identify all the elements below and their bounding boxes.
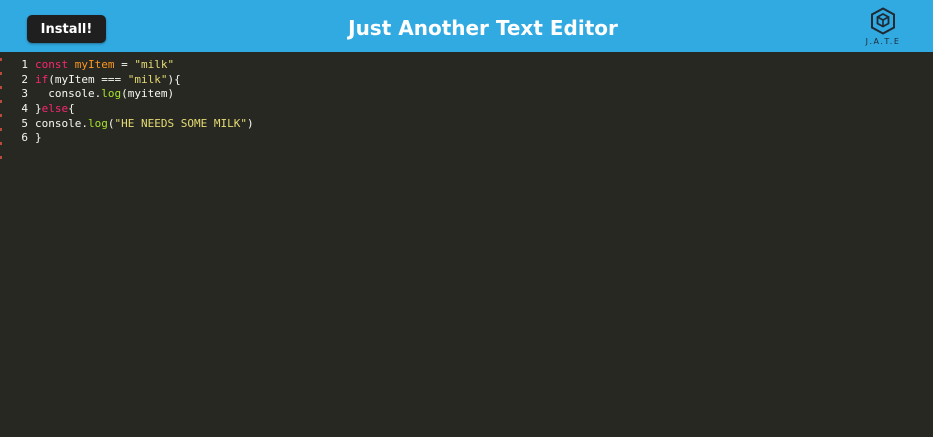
code-text: } <box>35 131 42 146</box>
code-token: console. <box>35 116 88 130</box>
code-text: console.log(myitem) <box>35 87 174 102</box>
code-token: } <box>35 102 42 116</box>
line-number: 6 <box>21 131 28 145</box>
top-navbar: Install! Just Another Text Editor J.A.T.… <box>0 0 933 52</box>
code-line[interactable]: 2 if(myItem === "milk"){ <box>0 73 933 88</box>
code-line[interactable]: 4}else{ <box>0 102 933 117</box>
jate-app: Install! Just Another Text Editor J.A.T.… <box>0 0 933 437</box>
code-lines[interactable]: 1 const myItem = "milk" 2 if(myItem === "mi… <box>0 58 933 146</box>
code-token: const <box>35 58 69 71</box>
cube-hexagon-icon <box>871 7 895 35</box>
line-number: 5 <box>21 116 28 130</box>
code-text: if(myItem === "milk"){ <box>35 73 181 88</box>
code-token: log <box>87 116 108 130</box>
code-token: ){ <box>167 72 181 86</box>
code-token: "milk" <box>134 58 175 71</box>
code-token: = <box>114 58 135 71</box>
line-number: 3 <box>21 87 28 101</box>
code-token: ) <box>246 116 254 130</box>
code-token: console. <box>35 87 102 101</box>
code-token: log <box>101 87 122 101</box>
code-text: console.log("HE NEEDS SOME MILK") <box>35 117 254 132</box>
code-token: "HE NEEDS SOME MILK" <box>114 116 247 130</box>
code-token: } <box>35 131 42 145</box>
jate-logo: J.A.T.E <box>860 7 906 49</box>
code-editor[interactable]: 1 const myItem = "milk" 2 if(myItem === "mi… <box>0 52 933 437</box>
code-text: }else{ <box>35 102 75 117</box>
code-token: "milk" <box>127 72 168 86</box>
code-token: { <box>68 102 75 116</box>
line-number: 2 <box>21 72 28 86</box>
line-number: 1 <box>21 58 28 71</box>
code-line[interactable]: 5 console.log("HE NEEDS SOME MILK") <box>0 117 933 132</box>
code-token: else <box>41 102 69 116</box>
code-token: if <box>35 72 49 86</box>
code-token: (myitem) <box>121 87 175 101</box>
code-token: (myItem === <box>48 72 128 86</box>
code-token: myItem <box>74 58 115 71</box>
line-number: 4 <box>21 102 28 116</box>
page-title: Just Another Text Editor <box>348 16 618 40</box>
logo-text: J.A.T.E <box>865 37 901 46</box>
code-line[interactable]: 1 const myItem = "milk" <box>0 58 933 73</box>
code-text: const myItem = "milk" <box>35 58 174 73</box>
code-line[interactable]: 3 console.log(myitem) <box>0 87 933 102</box>
code-line[interactable]: 6} <box>0 131 933 146</box>
